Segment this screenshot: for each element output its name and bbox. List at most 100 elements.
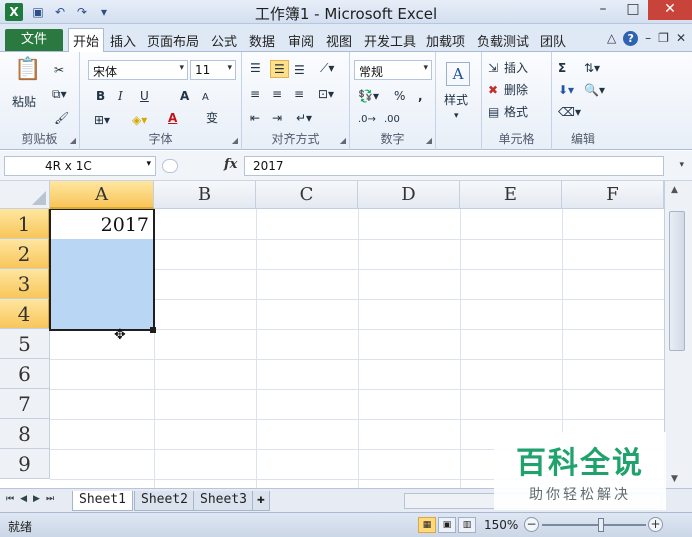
fill-color-icon[interactable]: ◈▾ [132, 112, 147, 128]
number-format-combo[interactable]: 常规 ▾ [354, 60, 432, 80]
find-select-icon[interactable]: 🔍▾ [584, 82, 605, 98]
vertical-scroll-thumb[interactable] [669, 211, 685, 351]
alignment-launcher-icon[interactable]: ◢ [340, 136, 346, 145]
wrap-text-icon[interactable]: ↵▾ [296, 110, 312, 126]
grow-font-button[interactable]: A [180, 88, 189, 104]
cell-a1[interactable]: 2017 [51, 210, 153, 239]
phonetic-button[interactable]: 变 [206, 110, 218, 126]
font-color-button[interactable]: A [168, 110, 177, 126]
maximize-button[interactable]: □ [618, 0, 648, 20]
clipboard-launcher-icon[interactable]: ◢ [70, 136, 76, 145]
sheet-tab-1[interactable]: Sheet1 [72, 491, 133, 511]
italic-button[interactable]: I [118, 88, 123, 104]
insert-cells-icon[interactable]: ⇲ [488, 60, 498, 76]
number-launcher-icon[interactable]: ◢ [426, 136, 432, 145]
tab-view[interactable]: 视图 [326, 31, 352, 50]
cut-icon[interactable]: ✂ [54, 62, 64, 78]
row-header-5[interactable]: 5 [0, 329, 50, 359]
doc-restore-icon[interactable]: ❐ [658, 31, 669, 46]
align-top-icon[interactable]: ☰ [250, 60, 261, 76]
row-header-3[interactable]: 3 [0, 269, 50, 299]
insert-cells-button[interactable]: 插入 [504, 60, 528, 76]
next-sheet-icon[interactable]: ▶ [33, 494, 40, 504]
font-name-combo[interactable]: 宋体 ▾ [88, 60, 188, 80]
autosum-button[interactable]: Σ [558, 60, 566, 76]
expand-formula-bar-icon[interactable]: ▾ [679, 160, 684, 170]
row-header-6[interactable]: 6 [0, 359, 50, 389]
page-layout-view-icon[interactable]: ▣ [438, 517, 456, 533]
name-box[interactable]: 4R x 1C ▾ [4, 156, 156, 176]
first-sheet-icon[interactable]: ⏮ [6, 494, 14, 504]
merge-center-icon[interactable]: ⊡▾ [318, 86, 334, 102]
column-header-f[interactable]: F [562, 181, 664, 209]
clear-icon[interactable]: ⌫▾ [558, 104, 581, 120]
decrease-decimal-icon[interactable]: .00 [384, 112, 400, 128]
column-header-e[interactable]: E [460, 181, 562, 209]
paste-button[interactable]: 粘贴 [12, 94, 36, 110]
align-right-icon[interactable]: ≡ [294, 86, 304, 102]
scroll-up-icon[interactable]: ▲ [671, 185, 678, 195]
column-header-a[interactable]: A [50, 181, 154, 209]
page-break-view-icon[interactable]: ▥ [458, 517, 476, 533]
zoom-slider-track[interactable] [542, 524, 646, 526]
tab-addins[interactable]: 加载项 [426, 31, 465, 50]
tab-team[interactable]: 团队 [540, 31, 566, 50]
row-header-9[interactable]: 9 [0, 449, 50, 479]
tab-insert[interactable]: 插入 [110, 31, 136, 50]
borders-icon[interactable]: ⊞▾ [94, 112, 110, 128]
align-center-icon[interactable]: ≡ [272, 86, 282, 102]
format-painter-icon[interactable]: 🖌 [54, 110, 69, 126]
close-button[interactable]: ✕ [648, 0, 692, 20]
insert-function-button[interactable]: fx [224, 157, 237, 172]
align-left-icon[interactable]: ≡ [250, 86, 260, 102]
formula-cancel-icon[interactable] [162, 159, 178, 173]
row-header-1[interactable]: 1 [0, 209, 50, 239]
sheet-tab-3[interactable]: Sheet3 [193, 491, 254, 511]
shrink-font-button[interactable]: A [202, 90, 209, 106]
zoom-level[interactable]: 150% [484, 518, 518, 532]
underline-button[interactable]: U [140, 88, 149, 104]
font-launcher-icon[interactable]: ◢ [232, 136, 238, 145]
row-header-2[interactable]: 2 [0, 239, 50, 269]
prev-sheet-icon[interactable]: ◀ [20, 494, 27, 504]
row-header-8[interactable]: 8 [0, 419, 50, 449]
minimize-button[interactable]: – [588, 0, 618, 20]
font-size-combo[interactable]: 11 ▾ [190, 60, 236, 80]
row-header-4[interactable]: 4 [0, 299, 50, 329]
tab-page-layout[interactable]: 页面布局 [147, 31, 199, 50]
format-cells-button[interactable]: 格式 [504, 104, 528, 120]
insert-sheet-icon[interactable]: ✚ [252, 491, 270, 511]
format-cells-icon[interactable]: ▤ [488, 104, 499, 120]
formula-input[interactable]: 2017 [244, 156, 664, 176]
align-middle-icon[interactable]: ☰ [270, 60, 289, 78]
normal-view-icon[interactable]: ▦ [418, 517, 436, 533]
tab-developer[interactable]: 开发工具 [364, 31, 416, 50]
zoom-in-button[interactable]: + [648, 517, 663, 532]
tab-home[interactable]: 开始 [68, 28, 105, 53]
column-header-b[interactable]: B [154, 181, 256, 209]
sort-filter-icon[interactable]: ⇅▾ [584, 60, 600, 76]
tab-load-test[interactable]: 负载测试 [477, 31, 529, 50]
help-icon[interactable]: ? [623, 31, 639, 46]
comma-button[interactable]: , [418, 88, 423, 104]
fill-icon[interactable]: ⬇▾ [558, 82, 574, 98]
doc-minimize-icon[interactable]: – [645, 31, 651, 46]
doc-close-icon[interactable]: ✕ [676, 31, 686, 46]
column-header-c[interactable]: C [256, 181, 358, 209]
orientation-icon[interactable]: ⟋▾ [320, 60, 334, 76]
copy-icon[interactable]: ⧉▾ [52, 86, 67, 102]
collapse-ribbon-icon[interactable]: △ [607, 31, 616, 46]
styles-icon[interactable]: A [446, 62, 470, 86]
row-header-7[interactable]: 7 [0, 389, 50, 419]
select-all-button[interactable] [0, 181, 50, 209]
styles-button[interactable]: 样式 [444, 92, 468, 108]
sheet-tab-2[interactable]: Sheet2 [134, 491, 195, 511]
tab-formulas[interactable]: 公式 [211, 31, 237, 50]
zoom-slider-thumb[interactable] [598, 518, 604, 532]
last-sheet-icon[interactable]: ⏭ [46, 494, 54, 504]
scroll-down-icon[interactable]: ▼ [671, 474, 678, 484]
column-header-d[interactable]: D [358, 181, 460, 209]
tab-data[interactable]: 数据 [249, 31, 275, 50]
paste-icon[interactable]: 📋 [14, 59, 41, 81]
delete-cells-icon[interactable]: ✖ [488, 82, 498, 98]
